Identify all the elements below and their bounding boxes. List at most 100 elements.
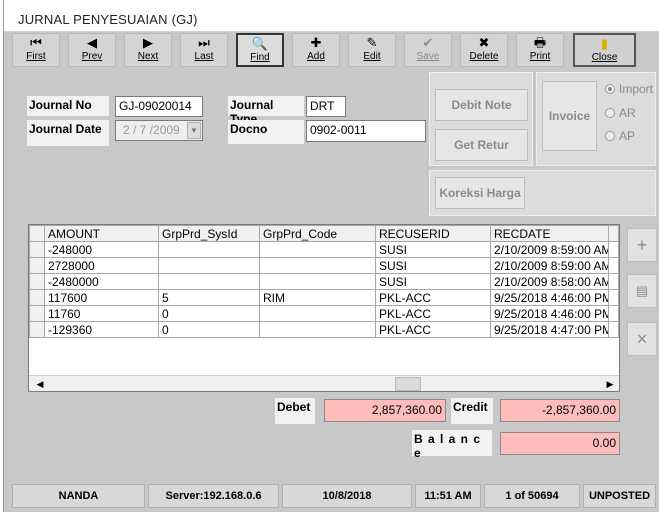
table-cell[interactable]: 9/25/2018 4:47:00 PM [490,321,609,338]
prev-icon: ◀ [87,35,97,50]
next-icon: ▶ [143,35,153,50]
table-cell[interactable]: PKL-ACC [375,305,491,322]
edit-button[interactable]: ✎ Edit [348,33,396,67]
journal-no-field[interactable]: GJ-09020014 [115,96,203,117]
delete-label: Delete [469,51,499,62]
prev-button[interactable]: ◀ Prev [68,33,116,67]
radio-ar-label: AR [619,106,636,120]
journal-table: AMOUNT GrpPrd_SysId GrpPrd_Code RECUSERID RE… [29,225,619,338]
table-cell[interactable] [158,257,260,274]
koreksi-harga-button[interactable]: Koreksi Harga [435,177,525,209]
table-cell[interactable]: 2/10/2009 8:59:00 AM [490,241,609,258]
row-selector[interactable] [29,273,45,290]
table-cell[interactable] [259,305,376,322]
table-row[interactable]: 2728000 SUSI 2/10/2009 8:59:00 AM [29,257,619,274]
debet-total: 2,857,360.00 [324,399,446,422]
table-cell[interactable]: 0 [158,321,260,338]
row-selector[interactable] [29,289,45,306]
add-row-button[interactable]: + [627,228,657,262]
table-cell[interactable]: 0 [158,305,260,322]
radio-import[interactable]: Import [605,82,653,96]
first-label: First [26,51,46,62]
table-cell[interactable]: 11760 [44,305,159,322]
table-cell[interactable]: -2480000 [44,273,159,290]
scrollbar-thumb[interactable] [395,377,421,391]
delete-button[interactable]: ✖ Delete [460,33,508,67]
journal-date-field[interactable]: 2 / 7 /2009 ▼ [115,120,203,141]
journal-no-label: Journal No [27,96,109,116]
column-header[interactable]: GrpPrd_Code [259,225,376,242]
table-cell[interactable]: SUSI [375,241,491,258]
table-cell[interactable]: 2/10/2009 8:58:00 AM [490,273,609,290]
journal-type-label: Journal Type [228,96,304,126]
docno-label: Docno [228,120,304,144]
table-cell[interactable] [259,273,376,290]
add-label: Add [307,51,325,62]
edit-row-button[interactable]: ▤ [627,274,657,308]
table-cell[interactable]: 2728000 [44,257,159,274]
scroll-left-icon[interactable]: ◀ [33,378,47,390]
table-cell[interactable] [158,241,260,258]
column-header[interactable]: RECUSERID [375,225,491,242]
next-button[interactable]: ▶ Next [124,33,172,67]
get-retur-button[interactable]: Get Retur [435,129,528,161]
docno-field[interactable]: 0902-0011 [306,120,426,142]
radio-ap-dot [605,131,615,141]
journal-type-field[interactable]: DRT [306,96,346,117]
table-cell[interactable]: 117600 [44,289,159,306]
koreksi-panel: Koreksi Harga [429,170,656,216]
save-button[interactable]: ✔ Save [404,33,452,67]
status-user: NANDA [12,484,145,508]
plus-icon: + [636,235,648,255]
column-header[interactable]: RECDATE [490,225,609,242]
row-selector[interactable] [29,305,45,322]
close-button[interactable]: ▮ Close [573,33,636,67]
find-button[interactable]: 🔍 Find [236,33,284,67]
last-button[interactable]: ⏭ Last [180,33,228,67]
row-selector[interactable] [29,321,45,338]
radio-ap[interactable]: AP [605,129,635,143]
delete-row-button[interactable]: × [627,322,657,356]
column-header-overflow [608,225,619,242]
table-row[interactable]: -248000 SUSI 2/10/2009 8:59:00 AM [29,241,619,258]
table-row[interactable]: 11760 0 PKL-ACC 9/25/2018 4:46:00 PM [29,305,619,322]
delete-icon: ✖ [478,35,490,50]
scroll-right-icon[interactable]: ▶ [603,378,617,390]
table-cell[interactable]: PKL-ACC [375,321,491,338]
table-row[interactable]: 117600 5 RIM PKL-ACC 9/25/2018 4:46:00 PM [29,289,619,306]
table-cell[interactable]: 2/10/2009 8:59:00 AM [490,257,609,274]
table-cell[interactable]: -248000 [44,241,159,258]
table-cell[interactable] [259,321,376,338]
table-cell-overflow [608,305,619,322]
row-selector[interactable] [29,257,45,274]
row-selector[interactable] [29,241,45,258]
table-cell[interactable]: SUSI [375,273,491,290]
debit-note-button[interactable]: Debit Note [435,89,528,121]
chevron-down-icon[interactable]: ▼ [187,122,201,139]
first-button[interactable]: ⏮ First [12,33,60,67]
table-cell[interactable]: 9/25/2018 4:46:00 PM [490,305,609,322]
table-cell[interactable]: RIM [259,289,376,306]
debet-label: Debet [275,398,315,424]
print-button[interactable]: 🖶 Print [516,33,564,67]
table-row[interactable]: -2480000 SUSI 2/10/2009 8:58:00 AM [29,273,619,290]
table-cell[interactable]: 5 [158,289,260,306]
column-header[interactable]: AMOUNT [44,225,159,242]
table-cell[interactable] [259,241,376,258]
table-cell[interactable]: PKL-ACC [375,289,491,306]
radio-ar[interactable]: AR [605,106,636,120]
table-cell[interactable] [158,273,260,290]
journal-grid[interactable]: AMOUNT GrpPrd_SysId GrpPrd_Code RECUSERID RE… [28,224,620,392]
table-cell[interactable]: SUSI [375,257,491,274]
table-row[interactable]: -129360 0 PKL-ACC 9/25/2018 4:47:00 PM [29,321,619,338]
balance-label: B a l a n c e [412,430,492,460]
table-cell[interactable]: -129360 [44,321,159,338]
table-cell[interactable]: 9/25/2018 4:46:00 PM [490,289,609,306]
journal-date-label: Journal Date [27,120,109,146]
add-button[interactable]: ✚ Add [292,33,340,67]
horizontal-scrollbar[interactable]: ◀ ▶ [29,375,619,391]
column-header[interactable]: GrpPrd_SysId [158,225,260,242]
invoice-button[interactable]: Invoice [542,81,597,151]
table-cell[interactable] [259,257,376,274]
find-label: Find [250,52,270,63]
